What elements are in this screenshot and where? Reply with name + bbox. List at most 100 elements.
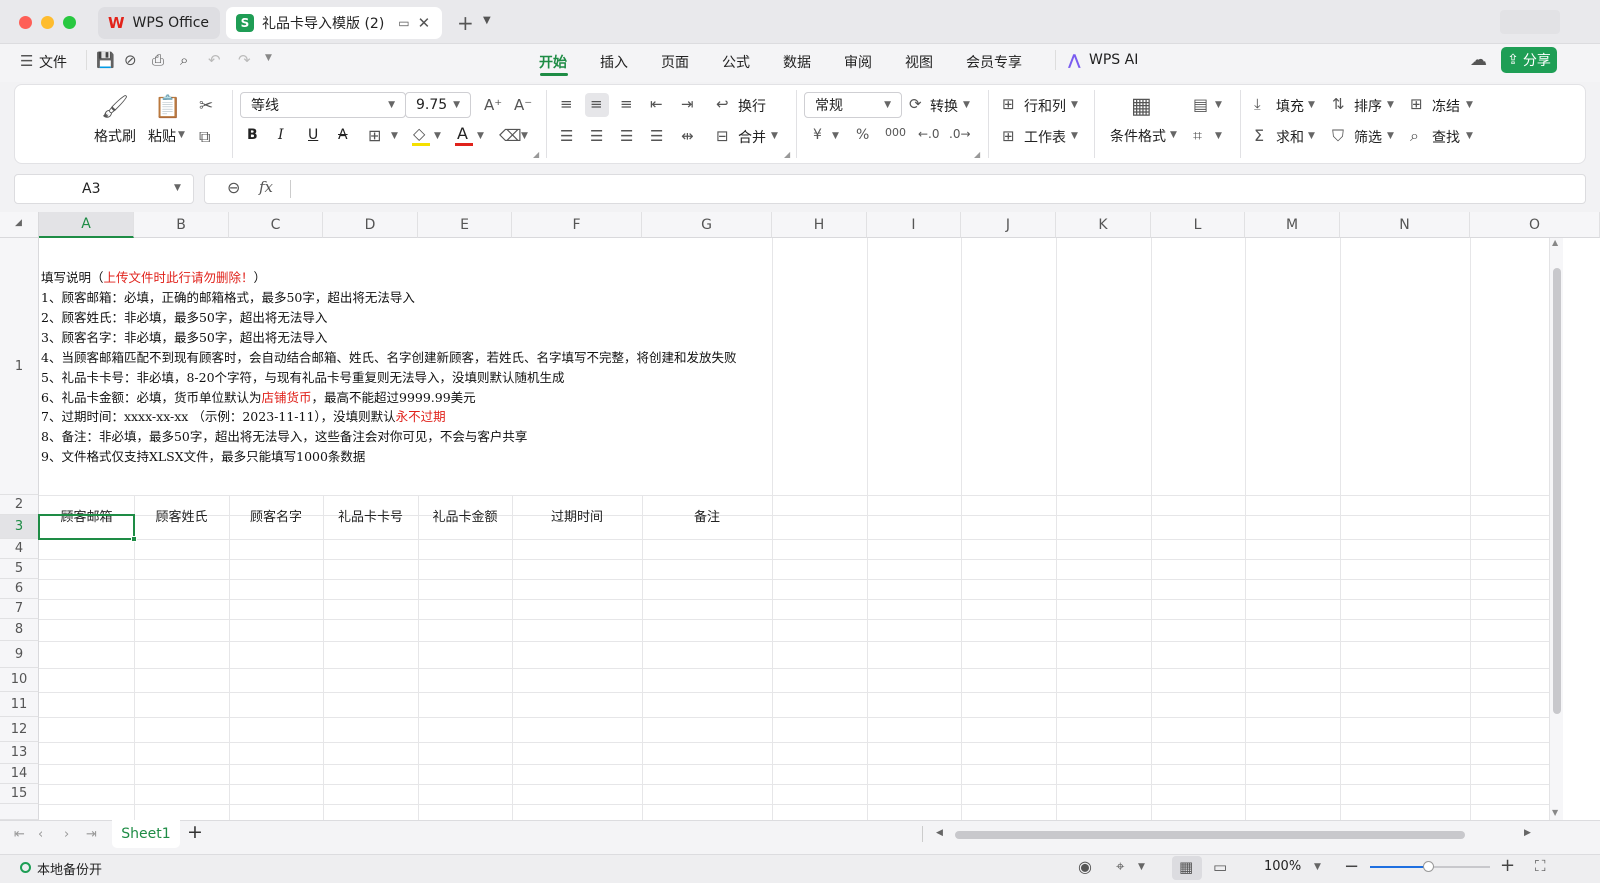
tab-formulas[interactable]: 公式 <box>722 52 750 72</box>
chevron-down-icon[interactable]: ▼ <box>434 131 441 141</box>
header-cell-first-name[interactable]: 顾客名字 <box>229 506 323 525</box>
row-header-8[interactable]: 8 <box>0 619 39 641</box>
page-layout-icon[interactable]: ▭ <box>1213 858 1227 876</box>
scroll-up-icon[interactable]: ▲ <box>1552 238 1558 247</box>
freeze-button[interactable]: 冻结 <box>1432 96 1460 116</box>
header-cell-note[interactable]: 备注 <box>642 506 772 525</box>
column-header-k[interactable]: K <box>1056 212 1151 238</box>
column-header-e[interactable]: E <box>418 212 512 238</box>
add-sheet-icon[interactable]: + <box>187 821 203 843</box>
horizontal-scroll-thumb[interactable] <box>955 831 1465 839</box>
format-painter-icon[interactable]: 🖌 <box>101 95 129 120</box>
strikethrough-button[interactable]: A <box>338 127 348 143</box>
minimize-window-button[interactable] <box>41 16 54 29</box>
decrease-indent-icon[interactable]: ⇤ <box>650 95 663 113</box>
row-header-11[interactable]: 11 <box>0 692 39 717</box>
tab-page[interactable]: 页面 <box>661 52 689 72</box>
italic-button[interactable]: I <box>278 127 284 143</box>
thousands-button[interactable]: 000 <box>885 126 906 139</box>
conditional-format-button[interactable]: 条件格式 <box>1110 126 1166 146</box>
zoom-slider-handle[interactable] <box>1423 861 1434 872</box>
column-header-o[interactable]: O <box>1470 212 1600 238</box>
chevron-down-icon[interactable]: ▼ <box>391 131 398 141</box>
maximize-window-button[interactable] <box>63 16 76 29</box>
fill-color-icon[interactable]: ◇ <box>413 124 425 143</box>
header-cell-card-number[interactable]: 礼品卡卡号 <box>323 506 418 525</box>
chevron-down-icon[interactable]: ▼ <box>483 15 491 26</box>
function-icon[interactable]: fx <box>259 178 273 196</box>
row-header-14[interactable]: 14 <box>0 764 39 784</box>
chevron-down-icon[interactable]: ▼ <box>1308 131 1315 141</box>
eraser-icon[interactable]: ⌫ <box>499 126 522 145</box>
chevron-down-icon[interactable]: ▼ <box>1215 100 1222 110</box>
chevron-down-icon[interactable]: ▼ <box>1314 862 1321 872</box>
eye-icon[interactable]: ◉ <box>1078 857 1092 876</box>
sort-button[interactable]: 排序 <box>1354 96 1382 116</box>
chevron-down-icon[interactable]: ▼ <box>1071 100 1078 110</box>
font-color-icon[interactable]: A <box>457 124 468 143</box>
row-header-1[interactable]: 1 <box>0 238 39 495</box>
tab-home[interactable]: 开始 <box>539 52 567 72</box>
cell-style-icon[interactable]: ▤ <box>1193 95 1208 114</box>
align-top-icon[interactable]: ≡ <box>560 95 573 113</box>
cloud-icon[interactable]: ☁ <box>1470 50 1487 70</box>
increase-font-icon[interactable]: A⁺ <box>484 96 502 114</box>
filter-button[interactable]: 筛选 <box>1354 127 1382 147</box>
normal-view-icon[interactable]: ▦ <box>1179 858 1193 876</box>
share-link-icon[interactable]: ⊘ <box>124 51 137 69</box>
vertical-scroll-thumb[interactable] <box>1553 268 1561 714</box>
column-header-m[interactable]: M <box>1245 212 1340 238</box>
file-menu[interactable]: 文件 <box>39 52 67 72</box>
row-header-4[interactable]: 4 <box>0 539 39 559</box>
worksheet-icon[interactable]: ⊞ <box>1002 127 1015 145</box>
percent-button[interactable]: % <box>856 127 869 143</box>
align-bottom-icon[interactable]: ≡ <box>620 95 633 113</box>
backup-status-label[interactable]: 本地备份开 <box>37 859 102 878</box>
wps-ai-button[interactable]: WPS AI <box>1089 52 1138 68</box>
header-cell-expiry[interactable]: 过期时间 <box>512 506 642 525</box>
conditional-format-icon[interactable]: ▦ <box>1131 94 1152 119</box>
wrap-text-icon[interactable]: ↩ <box>716 95 729 113</box>
row-header-9[interactable]: 9 <box>0 641 39 668</box>
chevron-down-icon[interactable]: ▼ <box>832 131 839 141</box>
header-cell-last-name[interactable]: 顾客姓氏 <box>134 506 229 525</box>
cut-icon[interactable]: ✂ <box>199 96 213 116</box>
row-header-7[interactable]: 7 <box>0 599 39 619</box>
chevron-down-icon[interactable]: ▼ <box>1387 131 1394 141</box>
increase-indent-icon[interactable]: ⇥ <box>681 95 694 113</box>
scroll-down-icon[interactable]: ▼ <box>1552 808 1558 817</box>
chevron-down-icon[interactable]: ▼ <box>265 53 272 63</box>
chevron-down-icon[interactable]: ▼ <box>1466 131 1473 141</box>
close-tab-icon[interactable]: ✕ <box>418 14 431 32</box>
row-header-3[interactable]: 3 <box>0 515 39 539</box>
number-format-select[interactable]: 常规 ▼ <box>804 92 902 118</box>
format-painter-button[interactable]: 格式刷 <box>94 126 136 146</box>
fullscreen-icon[interactable]: ⛶ <box>1535 857 1546 875</box>
redo-icon[interactable]: ↷ <box>238 51 251 69</box>
row-col-icon[interactable]: ⊞ <box>1002 95 1015 113</box>
justify-icon[interactable]: ☰ <box>650 127 663 145</box>
save-icon[interactable]: 💾 <box>96 51 115 69</box>
row-header-12[interactable]: 12 <box>0 717 39 742</box>
bold-button[interactable]: B <box>247 127 258 143</box>
column-header-n[interactable]: N <box>1340 212 1470 238</box>
convert-button[interactable]: 转换 <box>930 96 958 116</box>
align-left-icon[interactable]: ☰ <box>560 127 573 145</box>
chevron-down-icon[interactable]: ▼ <box>963 100 970 110</box>
paste-icon[interactable]: 📋 <box>154 95 181 120</box>
scroll-left-icon[interactable]: ◀ <box>936 828 943 838</box>
column-header-c[interactable]: C <box>229 212 323 238</box>
column-header-i[interactable]: I <box>867 212 961 238</box>
row-header-15[interactable]: 15 <box>0 784 39 804</box>
worksheet-button[interactable]: 工作表 <box>1024 127 1066 147</box>
column-header-h[interactable]: H <box>772 212 867 238</box>
decrease-font-icon[interactable]: A⁻ <box>514 96 532 114</box>
chevron-down-icon[interactable]: ▼ <box>521 131 528 141</box>
tab-member[interactable]: 会员专享 <box>966 52 1022 72</box>
tab-data[interactable]: 数据 <box>783 52 811 72</box>
chevron-down-icon[interactable]: ▼ <box>771 131 778 141</box>
zoom-level[interactable]: 100% <box>1264 859 1301 874</box>
row-col-button[interactable]: 行和列 <box>1024 96 1066 116</box>
active-cell[interactable] <box>38 514 135 540</box>
merge-button[interactable]: 合并 <box>738 127 766 147</box>
